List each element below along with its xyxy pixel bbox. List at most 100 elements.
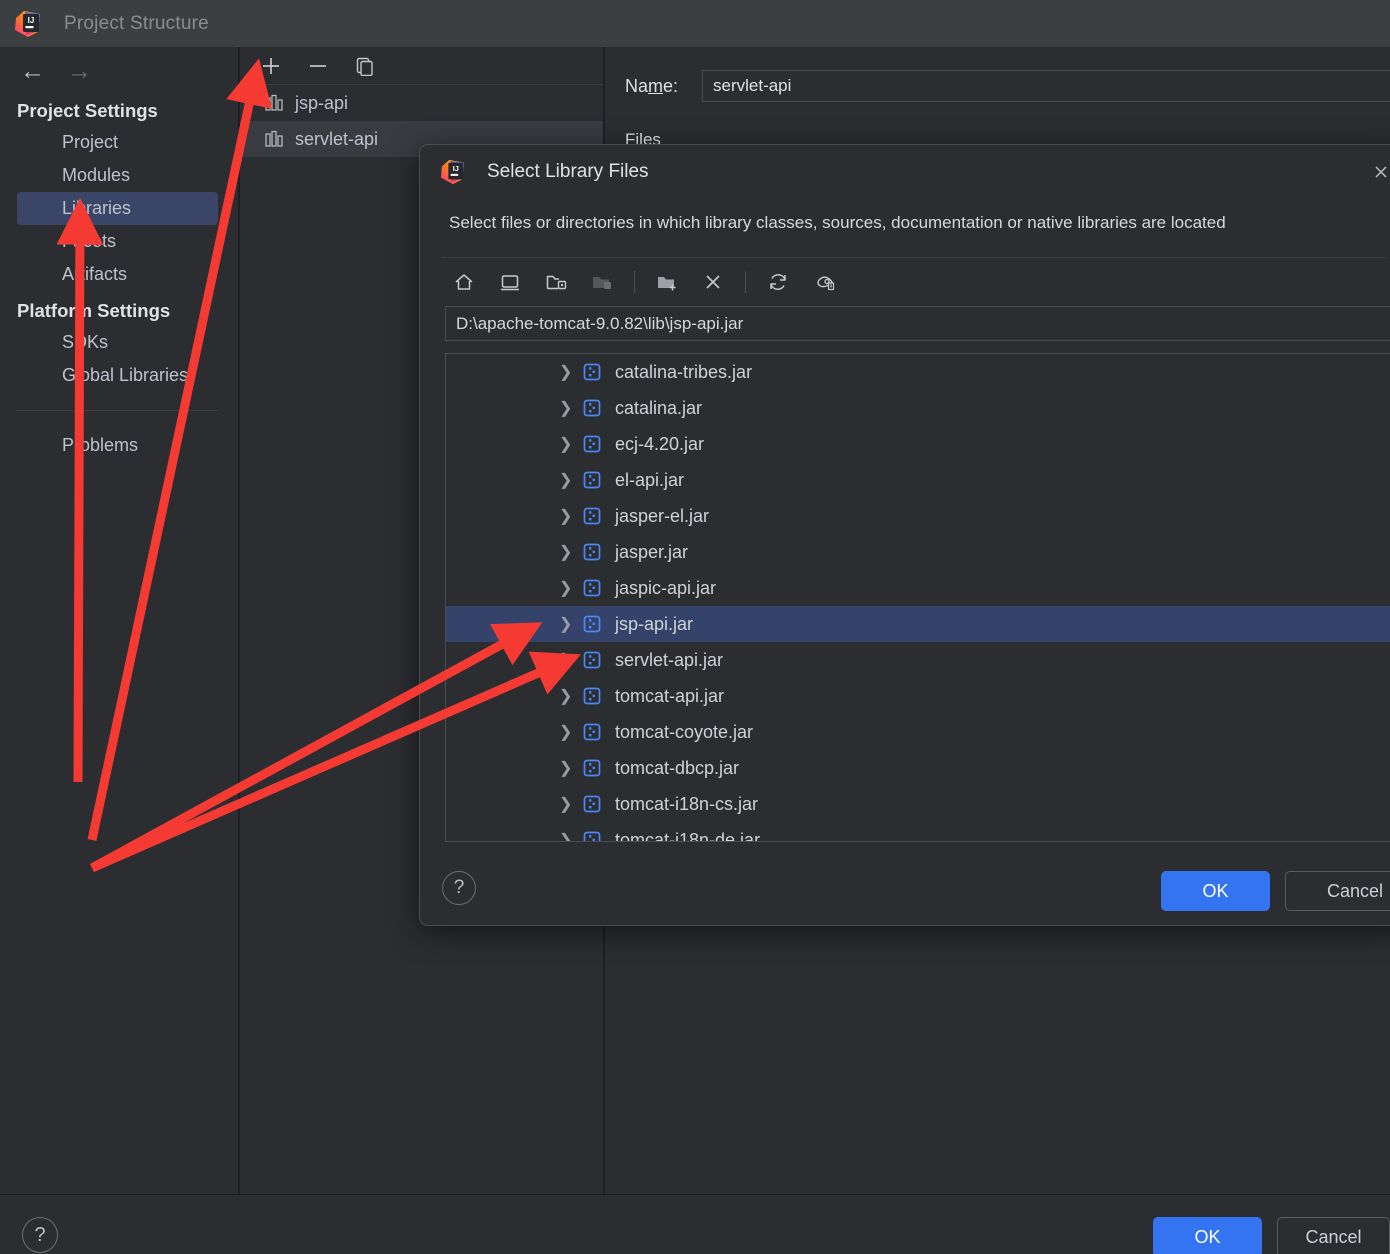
- chevron-right-icon[interactable]: ❯: [559, 686, 572, 706]
- table-row[interactable]: ❯ tomcat-api.jar: [446, 678, 1390, 714]
- folder-plus-icon[interactable]: [653, 268, 681, 296]
- table-row[interactable]: ❯ el-api.jar: [446, 462, 1390, 498]
- jar-file-icon: [583, 795, 601, 813]
- chevron-right-icon[interactable]: ❯: [559, 470, 572, 490]
- table-row[interactable]: ❯ jasper-el.jar: [446, 498, 1390, 534]
- table-row[interactable]: ❯ ecj-4.20.jar: [446, 426, 1390, 462]
- desktop-icon[interactable]: [496, 268, 524, 296]
- dialog-cancel-button[interactable]: Cancel: [1285, 871, 1390, 911]
- dialog-description: Select files or directories in which lib…: [449, 213, 1226, 232]
- library-icon: [265, 94, 284, 112]
- folder-drive-icon[interactable]: [542, 268, 570, 296]
- jar-file-icon: [583, 723, 601, 741]
- sidebar-item-sdks[interactable]: SDKs: [0, 326, 238, 359]
- close-icon[interactable]: [1368, 159, 1390, 185]
- sidebar-item-problems[interactable]: Problems: [0, 429, 238, 462]
- arrow-left-icon[interactable]: ←: [20, 59, 45, 84]
- intellij-idea-logo-icon: IJ: [14, 10, 42, 38]
- list-item[interactable]: jsp-api: [240, 85, 603, 121]
- minus-icon[interactable]: [305, 53, 331, 79]
- chevron-right-icon[interactable]: ❯: [559, 794, 572, 814]
- arrow-right-icon[interactable]: →: [67, 59, 92, 84]
- chevron-right-icon[interactable]: ❯: [559, 398, 572, 418]
- file-name: jsp-api.jar: [615, 613, 694, 634]
- eye-hidden-icon[interactable]: [810, 268, 838, 296]
- table-row[interactable]: ❯ tomcat-i18n-cs.jar: [446, 786, 1390, 822]
- file-name: tomcat-api.jar: [615, 685, 725, 706]
- table-row[interactable]: ❯ jsp-api.jar: [446, 606, 1390, 642]
- select-library-files-dialog: IJ Select Library Files Select files or …: [419, 144, 1390, 926]
- refresh-icon[interactable]: [764, 268, 792, 296]
- settings-sidebar: ← → Project Settings Project Modules Lib…: [0, 47, 239, 1194]
- table-row[interactable]: ❯ tomcat-i18n-de.jar: [446, 822, 1390, 842]
- dialog-help-button[interactable]: ?: [442, 871, 476, 905]
- chevron-right-icon[interactable]: ❯: [559, 722, 572, 742]
- chevron-right-icon[interactable]: ❯: [559, 542, 572, 562]
- file-name: el-api.jar: [615, 469, 685, 490]
- jar-file-icon: [583, 507, 601, 525]
- chevron-right-icon[interactable]: ❯: [559, 830, 572, 841]
- toolbar-separator: [745, 271, 746, 293]
- sidebar-item-project[interactable]: Project: [0, 126, 238, 159]
- file-name: jaspic-api.jar: [615, 577, 717, 598]
- table-row[interactable]: ❯ catalina.jar: [446, 390, 1390, 426]
- close-x-icon[interactable]: [699, 268, 727, 296]
- folder-icon: [588, 268, 616, 296]
- library-toolbar: [240, 47, 603, 85]
- help-button[interactable]: ?: [22, 1217, 58, 1253]
- toolbar-separator: [634, 271, 635, 293]
- cancel-button[interactable]: Cancel: [1277, 1217, 1390, 1254]
- file-name: jasper-el.jar: [615, 505, 710, 526]
- dialog-ok-button[interactable]: OK: [1161, 871, 1270, 911]
- chevron-right-icon[interactable]: ❯: [559, 506, 572, 526]
- file-tree[interactable]: ❯ catalina-tribes.jar ❯ catalina.jar ❯ ecj-…: [445, 353, 1390, 842]
- sidebar-item-artifacts[interactable]: Artifacts: [0, 258, 238, 291]
- file-name: catalina.jar: [615, 397, 703, 418]
- table-row[interactable]: ❯ catalina-tribes.jar: [446, 354, 1390, 390]
- home-icon[interactable]: [450, 268, 478, 296]
- files-label: Files: [625, 130, 661, 149]
- file-name: ecj-4.20.jar: [615, 433, 705, 454]
- file-name: tomcat-i18n-de.jar: [615, 829, 761, 842]
- sidebar-item-global-libraries[interactable]: Global Libraries: [0, 359, 238, 392]
- jar-file-icon: [583, 435, 601, 453]
- sidebar-section-project-settings: Project Settings: [17, 100, 158, 121]
- plus-icon[interactable]: [258, 53, 284, 79]
- file-chooser-toolbar: [420, 258, 1390, 306]
- path-input[interactable]: [445, 306, 1390, 341]
- sidebar-divider: [17, 410, 218, 411]
- svg-text:IJ: IJ: [28, 16, 35, 25]
- table-row[interactable]: ❯ tomcat-coyote.jar: [446, 714, 1390, 750]
- ok-button[interactable]: OK: [1153, 1217, 1262, 1254]
- sidebar-item-facets[interactable]: Facets: [0, 225, 238, 258]
- chevron-right-icon[interactable]: ❯: [559, 578, 572, 598]
- sidebar-item-modules[interactable]: Modules: [0, 159, 238, 192]
- chevron-right-icon[interactable]: ❯: [559, 758, 572, 778]
- jar-file-icon: [583, 831, 601, 841]
- list-item-label: jsp-api: [295, 92, 349, 113]
- intellij-idea-logo-icon: IJ: [440, 159, 466, 185]
- table-row[interactable]: ❯ servlet-api.jar: [446, 642, 1390, 678]
- jar-file-icon: [583, 579, 601, 597]
- chevron-right-icon[interactable]: ❯: [559, 434, 572, 454]
- jar-file-icon: [583, 687, 601, 705]
- chevron-right-icon[interactable]: ❯: [559, 362, 572, 382]
- table-row[interactable]: ❯ jaspic-api.jar: [446, 570, 1390, 606]
- svg-text:IJ: IJ: [453, 164, 459, 173]
- sidebar-item-libraries[interactable]: Libraries: [17, 192, 218, 225]
- window-title: Project Structure: [64, 12, 209, 34]
- copy-icon[interactable]: [352, 53, 378, 79]
- file-name: tomcat-dbcp.jar: [615, 757, 740, 778]
- chevron-right-icon[interactable]: ❯: [559, 650, 572, 670]
- dialog-titlebar: IJ Select Library Files: [420, 145, 1390, 199]
- name-row: Name:: [605, 47, 1390, 102]
- dialog-title: Select Library Files: [487, 161, 649, 182]
- file-name: jasper.jar: [615, 541, 689, 562]
- table-row[interactable]: ❯ jasper.jar: [446, 534, 1390, 570]
- name-input[interactable]: [702, 70, 1390, 102]
- nav-arrows: ← →: [0, 47, 238, 84]
- library-icon: [265, 130, 284, 148]
- table-row[interactable]: ❯ tomcat-dbcp.jar: [446, 750, 1390, 786]
- name-label: Name:: [625, 75, 679, 96]
- chevron-right-icon[interactable]: ❯: [559, 614, 572, 634]
